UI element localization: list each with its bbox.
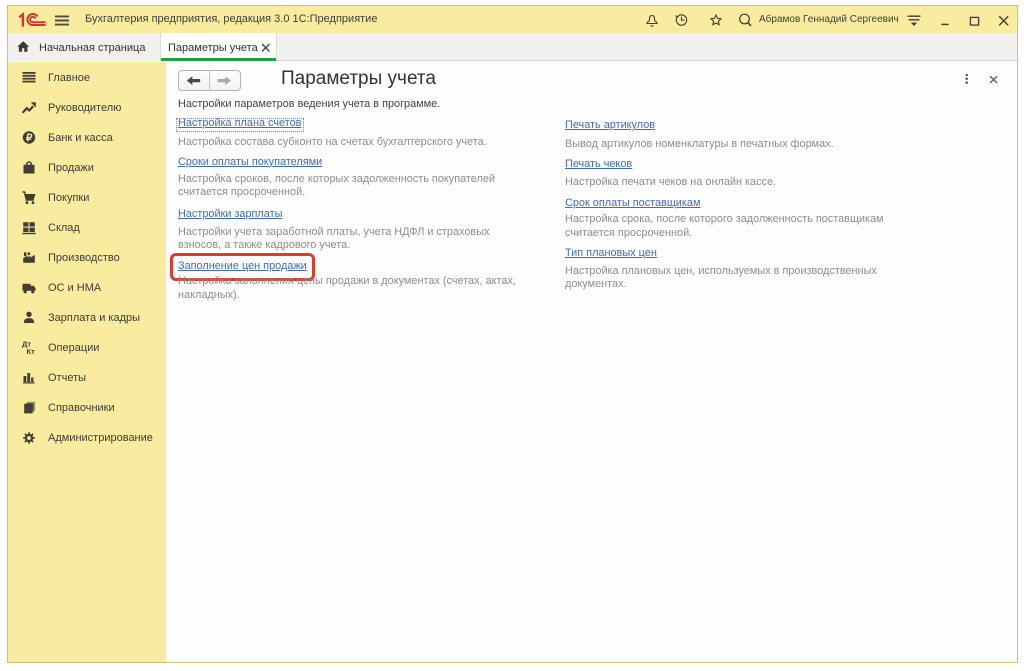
svg-text:Кт: Кт bbox=[27, 347, 36, 356]
svg-text:₽: ₽ bbox=[26, 133, 33, 144]
